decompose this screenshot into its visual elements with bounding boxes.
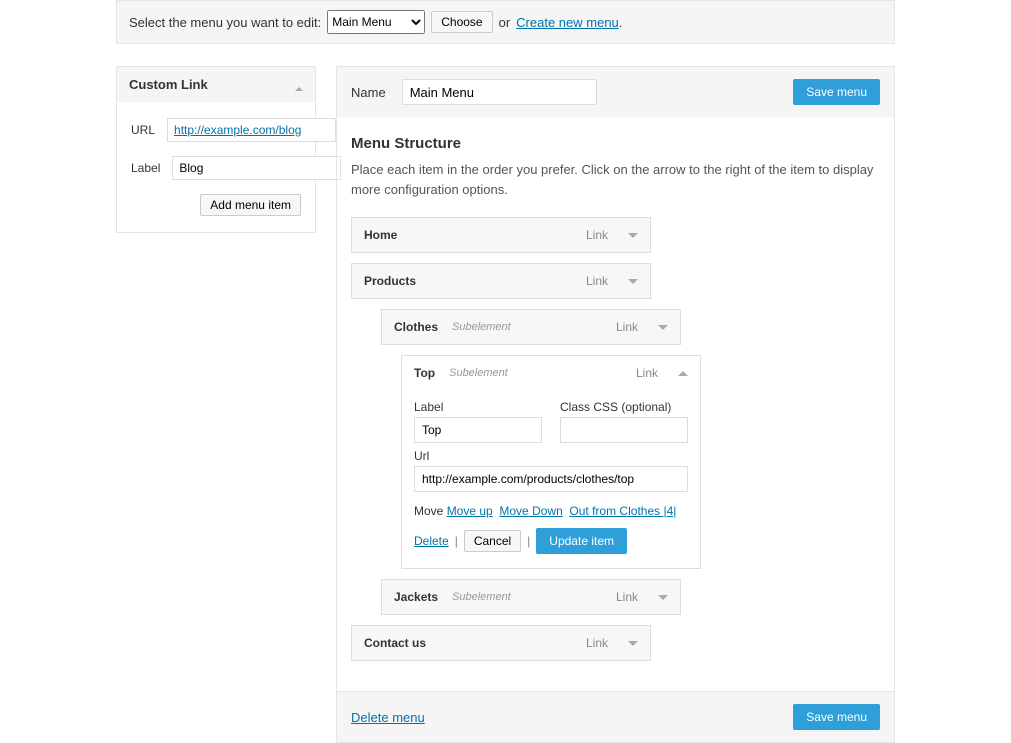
create-new-menu-link[interactable]: Create new menu <box>516 15 619 30</box>
top-url-input[interactable] <box>414 466 688 492</box>
top-label-input[interactable] <box>414 417 542 443</box>
chevron-down-icon <box>628 279 638 284</box>
item-type: Link <box>636 366 658 380</box>
label-label: Label <box>131 161 160 175</box>
menu-item-clothes[interactable]: Clothes Subelement Link <box>381 309 681 345</box>
move-down-link[interactable]: Move Down <box>499 504 562 518</box>
move-label: Move <box>414 504 443 518</box>
or-text: or <box>499 15 511 30</box>
top-label-lbl: Label <box>414 400 542 414</box>
chevron-down-icon <box>658 325 668 330</box>
chevron-up-icon <box>295 79 303 94</box>
menu-item-label: Jackets <box>394 590 438 604</box>
menu-structure-title: Menu Structure <box>351 135 880 152</box>
top-url-lbl: Url <box>414 449 429 463</box>
subelement-tag: Subelement <box>452 321 511 333</box>
menu-item-home[interactable]: Home Link <box>351 217 651 253</box>
subelement-tag: Subelement <box>449 367 508 379</box>
separator: | <box>455 534 458 548</box>
item-type: Link <box>586 228 608 242</box>
save-menu-button-top[interactable]: Save menu <box>793 79 880 105</box>
custom-link-title: Custom Link <box>129 77 208 92</box>
delete-menu-link[interactable]: Delete menu <box>351 710 425 725</box>
menu-structure-desc: Place each item in the order you prefer.… <box>351 160 880 199</box>
menu-item-jackets[interactable]: Jackets Subelement Link <box>381 579 681 615</box>
menu-item-products[interactable]: Products Link <box>351 263 651 299</box>
menu-select[interactable]: Main Menu <box>327 10 425 34</box>
item-type: Link <box>616 320 638 334</box>
url-label: URL <box>131 123 155 137</box>
save-menu-button-bottom[interactable]: Save menu <box>793 704 880 730</box>
move-up-link[interactable]: Move up <box>447 504 493 518</box>
select-menu-prompt: Select the menu you want to edit: <box>129 15 321 30</box>
url-input[interactable] <box>167 118 336 142</box>
custom-link-header[interactable]: Custom Link <box>117 67 315 102</box>
label-input[interactable] <box>172 156 341 180</box>
item-type: Link <box>586 274 608 288</box>
chevron-down-icon <box>628 641 638 646</box>
chevron-down-icon <box>658 595 668 600</box>
chevron-up-icon <box>678 371 688 376</box>
menu-item-label: Clothes <box>394 320 438 334</box>
add-menu-item-button[interactable]: Add menu item <box>200 194 301 216</box>
menu-item-label: Home <box>364 228 397 242</box>
out-from-link[interactable]: Out from Clothes |4| <box>569 504 676 518</box>
separator: | <box>527 534 530 548</box>
dot: . <box>619 15 623 30</box>
update-item-button[interactable]: Update item <box>536 528 627 554</box>
menu-item-contact[interactable]: Contact us Link <box>351 625 651 661</box>
name-label: Name <box>351 85 386 100</box>
top-css-lbl: Class CSS (optional) <box>560 400 688 414</box>
chevron-down-icon <box>628 233 638 238</box>
item-type: Link <box>616 590 638 604</box>
cancel-button[interactable]: Cancel <box>464 530 521 552</box>
menu-item-top[interactable]: Top Subelement Link Label <box>401 355 701 569</box>
top-css-input[interactable] <box>560 417 688 443</box>
item-type: Link <box>586 636 608 650</box>
menu-item-label: Products <box>364 274 416 288</box>
choose-button[interactable]: Choose <box>431 11 492 33</box>
menu-item-label: Top <box>414 366 435 380</box>
delete-item-link[interactable]: Delete <box>414 534 449 548</box>
menu-name-input[interactable] <box>402 79 597 105</box>
subelement-tag: Subelement <box>452 591 511 603</box>
menu-item-label: Contact us <box>364 636 426 650</box>
